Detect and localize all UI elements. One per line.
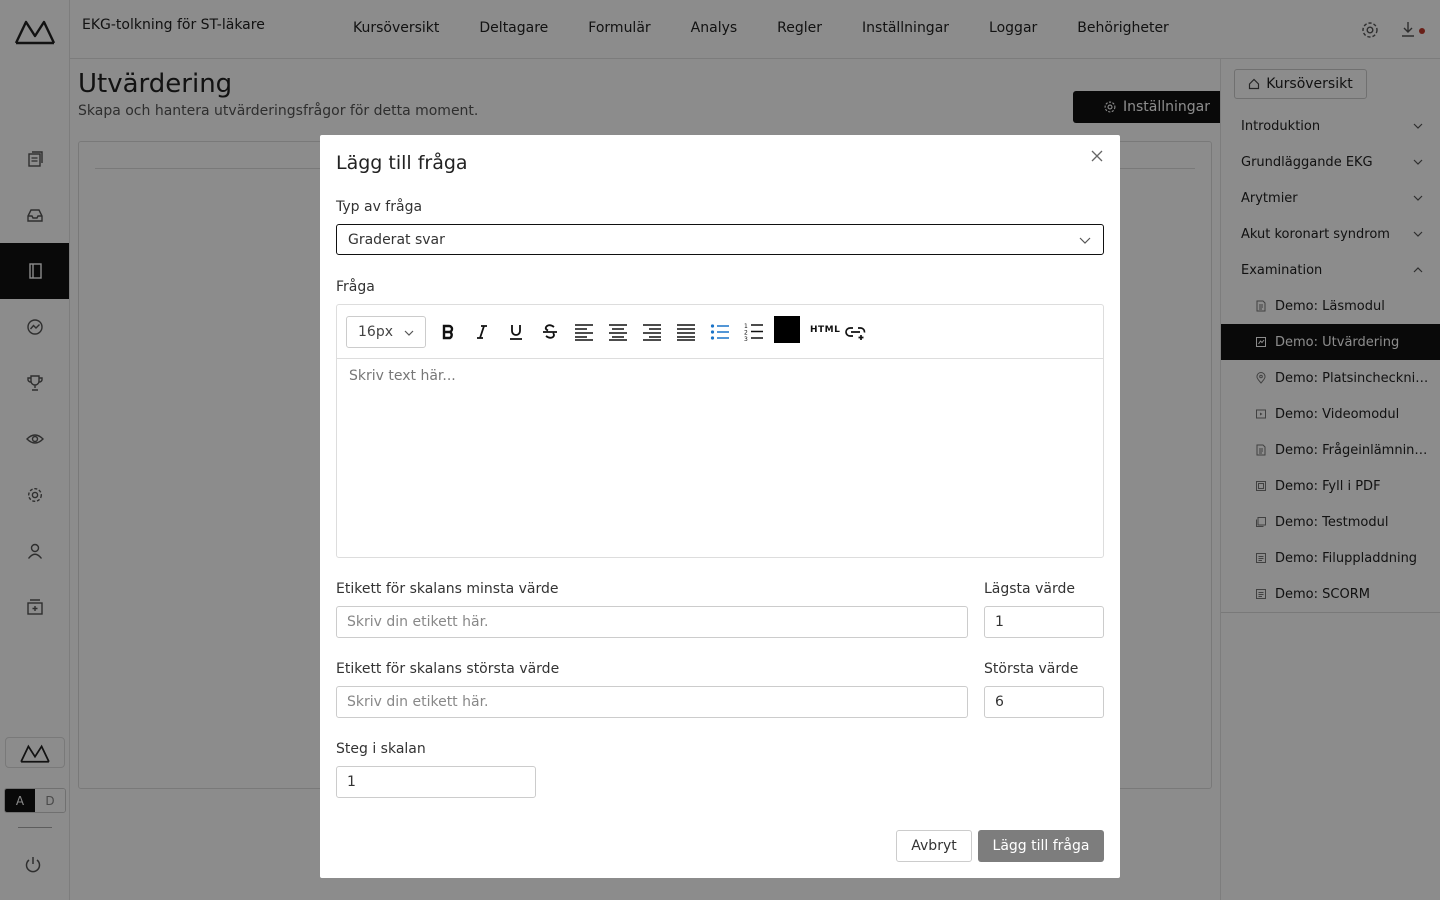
italic-button[interactable]: [471, 321, 493, 343]
question-type-select[interactable]: Graderat svar: [336, 224, 1104, 255]
font-size-value: 16px: [358, 324, 393, 340]
underline-icon: [510, 325, 522, 340]
min-value-input[interactable]: 1: [984, 606, 1104, 638]
max-label-label: Etikett för skalans största värde: [336, 661, 560, 677]
align-justify-button[interactable]: [675, 321, 697, 343]
bullet-list-icon: [710, 324, 729, 340]
insert-link-button[interactable]: [845, 321, 867, 343]
align-right-button[interactable]: [641, 321, 663, 343]
min-label-input[interactable]: Skriv din etikett här.: [336, 606, 968, 638]
align-left-button[interactable]: [573, 321, 595, 343]
chevron-down-icon: [1079, 237, 1091, 244]
max-label-input[interactable]: Skriv din etikett här.: [336, 686, 968, 718]
align-right-icon: [643, 324, 661, 341]
min-value-label: Lägsta värde: [984, 581, 1075, 597]
rich-text-editor: 16px 123 HTML Skriv text här...: [336, 304, 1104, 558]
font-size-select[interactable]: 16px: [346, 316, 426, 348]
add-question-button[interactable]: Lägg till fråga: [978, 830, 1104, 862]
strikethrough-button[interactable]: [539, 321, 561, 343]
max-value-label: Största värde: [984, 661, 1079, 677]
italic-icon: [477, 325, 487, 339]
text-color-button[interactable]: [774, 316, 800, 343]
step-input[interactable]: 1: [336, 766, 536, 798]
min-label-label: Etikett för skalans minsta värde: [336, 581, 559, 597]
editor-placeholder[interactable]: Skriv text här...: [349, 368, 456, 384]
cancel-button[interactable]: Avbryt: [896, 830, 972, 862]
strikethrough-icon: [543, 324, 557, 339]
align-justify-icon: [677, 324, 695, 341]
bold-button[interactable]: [437, 321, 459, 343]
max-value-input[interactable]: 6: [984, 686, 1104, 718]
chevron-down-icon: [404, 330, 414, 336]
numbered-list-icon: 123: [744, 323, 763, 342]
dialog-title: Lägg till fråga: [336, 152, 468, 174]
svg-text:3: 3: [744, 336, 748, 342]
step-label: Steg i skalan: [336, 741, 426, 757]
align-left-icon: [575, 324, 593, 341]
link-icon: [845, 327, 866, 340]
question-type-label: Typ av fråga: [336, 199, 423, 215]
numbered-list-button[interactable]: 123: [743, 321, 765, 343]
html-button[interactable]: HTML: [810, 325, 840, 335]
bullet-list-button[interactable]: [709, 321, 731, 343]
align-center-button[interactable]: [607, 321, 629, 343]
bold-icon: [442, 324, 454, 340]
question-type-value: Graderat svar: [348, 231, 445, 248]
add-question-dialog: Lägg till fråga Typ av fråga Graderat sv…: [320, 135, 1120, 878]
align-center-icon: [609, 324, 627, 341]
underline-button[interactable]: [505, 321, 527, 343]
close-icon[interactable]: [1090, 149, 1104, 163]
editor-toolbar: 16px 123 HTML: [337, 305, 1103, 359]
question-label: Fråga: [336, 279, 375, 295]
